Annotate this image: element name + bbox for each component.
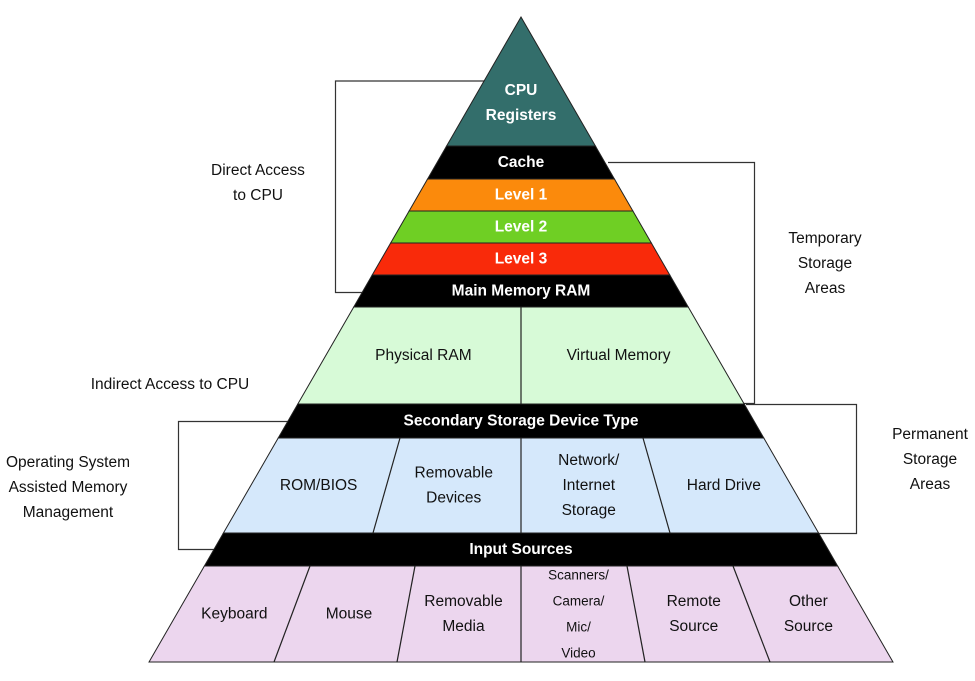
secondary-cell-removable-devices-text: Removable <box>415 465 493 482</box>
permanent-storage-line-3: Areas <box>909 476 951 493</box>
input-cell-remote-source-text: Remote <box>667 593 721 610</box>
input-cell-removable-media-text: Removable <box>424 593 502 610</box>
tier-secondary-header-text: Secondary Storage Device Type <box>404 413 639 430</box>
direct-access-line-1: Direct Access <box>211 162 305 179</box>
indirect-access-label: Indirect Access to CPU <box>60 372 280 397</box>
tier-input-header-text: Input Sources <box>469 541 572 558</box>
temporary-storage-line-3: Areas <box>804 280 846 297</box>
input-cell-keyboard-text: Keyboard <box>201 606 267 623</box>
input-cell-scanners-camera-mic-video-text: Mic/ <box>566 620 591 635</box>
memory-pyramid: CPU Registers Cache Level 1 Level 2 Level 3 Ma… <box>148 15 894 663</box>
tier-registers-text: CPU <box>505 82 538 99</box>
tier-registers-text: Registers <box>486 107 557 124</box>
secondary-cell-network-internet-storage-text: Storage <box>562 502 616 519</box>
direct-access-line-2: to CPU <box>233 187 283 204</box>
os-managed-line-2: Assisted Memory <box>8 479 128 496</box>
input-cell-other-source-text: Other <box>789 593 828 610</box>
os-managed-line-3: Management <box>22 504 114 521</box>
direct-access-label: Direct Access to CPU <box>188 158 328 208</box>
input-cell-scanners-camera-mic-video-text: Video <box>561 646 595 661</box>
permanent-storage-line-1: Permanent <box>892 426 968 443</box>
temporary-storage-line-2: Storage <box>797 255 853 272</box>
input-cell-scanners-camera-mic-video-text: Camera/ <box>553 594 605 609</box>
input-cell-removable-media-text: Media <box>442 618 485 635</box>
input-cell-scanners-camera-mic-video-text: Scanners/ <box>548 568 609 583</box>
tier-main-memory-text: Main Memory RAM <box>452 283 591 300</box>
indirect-access-line-1: Indirect Access to CPU <box>90 376 250 393</box>
temporary-storage-line-1: Temporary <box>788 230 862 247</box>
ram-cell-physical-ram-text: Physical RAM <box>375 347 471 364</box>
os-managed-label: Operating System Assisted Memory Managem… <box>0 450 142 525</box>
tier-cache-text: Cache <box>498 154 545 171</box>
os-managed-line-1: Operating System <box>5 454 131 471</box>
secondary-cell-rom-bios-text: ROM/BIOS <box>280 477 358 494</box>
secondary-cell-network-internet-storage-text: Network/ <box>558 452 620 469</box>
temporary-storage-label: Temporary Storage Areas <box>770 226 880 301</box>
permanent-storage-line-2: Storage <box>902 451 958 468</box>
tier-level2-text: Level 2 <box>495 219 548 236</box>
secondary-cell-hard-drive-text: Hard Drive <box>687 477 761 494</box>
tier-level1-text: Level 1 <box>495 187 548 204</box>
secondary-cell-removable-devices-text: Devices <box>426 490 481 507</box>
ram-cell-virtual-memory-text: Virtual Memory <box>567 347 671 364</box>
input-cell-remote-source-text: Source <box>669 618 718 635</box>
secondary-cell-network-internet-storage-text: Internet <box>562 477 615 494</box>
input-cell-other-source-text: Source <box>784 618 833 635</box>
permanent-storage-label: Permanent Storage Areas <box>875 422 975 497</box>
input-cell-mouse-text: Mouse <box>326 606 373 623</box>
tier-level3-text: Level 3 <box>495 251 548 268</box>
